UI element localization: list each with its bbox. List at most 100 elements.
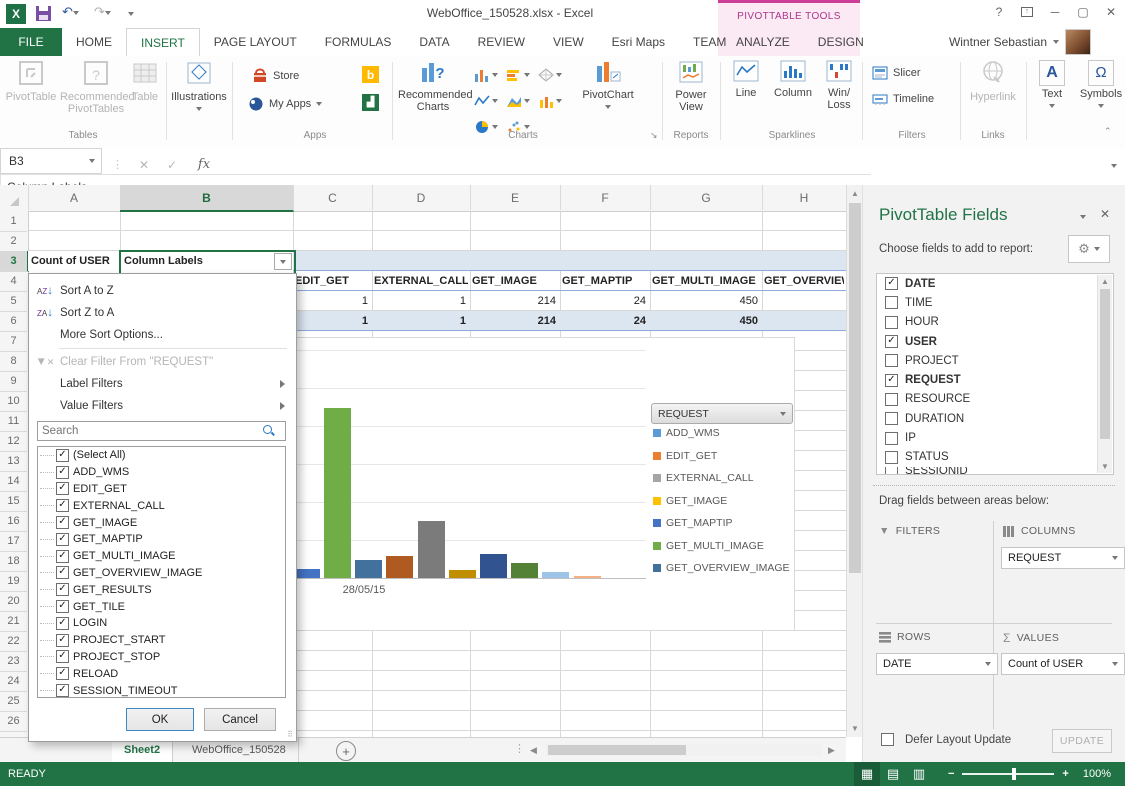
checkbox-icon[interactable]: ✓	[56, 617, 69, 630]
pivot-total-cell[interactable]: 1	[293, 311, 372, 330]
chart-bar-get-tile[interactable]	[418, 521, 445, 578]
filter-search-input[interactable]	[37, 421, 286, 441]
tab-data[interactable]: DATA	[405, 28, 463, 56]
field-scroll-down-icon[interactable]: ▼	[1098, 462, 1112, 471]
filter-item-edit-get[interactable]: ✓EDIT_GET	[38, 481, 285, 498]
checkbox-icon[interactable]: ✓	[56, 600, 69, 613]
checkbox-icon[interactable]	[885, 467, 898, 475]
menu-clear-filter[interactable]: ▼✕ Clear Filter From "REQUEST"	[30, 351, 293, 373]
checkbox-icon[interactable]: ✓	[56, 634, 69, 647]
field-hour[interactable]: HOUR	[877, 313, 1113, 332]
legend-get-maptip[interactable]: GET_MAPTIP	[653, 516, 733, 530]
menu-value-filters[interactable]: Value Filters	[30, 395, 293, 417]
checkbox-icon[interactable]: ✓	[56, 684, 69, 697]
tab-insert[interactable]: INSERT	[126, 28, 200, 57]
field-request[interactable]: ✓REQUEST	[877, 370, 1113, 389]
pivot-column-header-get-overview-image[interactable]: GET_OVERVIEW_IMAGE	[762, 271, 844, 291]
pivot-column-header-edit-get[interactable]: EDIT_GET	[293, 271, 370, 291]
illustrations-button[interactable]: Illustrations	[170, 60, 228, 115]
filter-item-project-stop[interactable]: ✓PROJECT_STOP	[38, 649, 285, 666]
filter-item--select-all-[interactable]: ✓(Select All)	[38, 447, 285, 464]
formula-bar-splitter[interactable]: ⋮	[112, 158, 123, 171]
zoom-out-icon[interactable]: −	[948, 768, 954, 780]
zoom-slider[interactable]	[962, 773, 1054, 775]
pivot-column-header-external-call[interactable]: EXTERNAL_CALL	[372, 271, 468, 291]
bing-maps-icon[interactable]: b	[362, 66, 379, 83]
values-field-count[interactable]: Count of USER	[1001, 653, 1125, 675]
checkbox-icon[interactable]: ✓	[56, 499, 69, 512]
sparkline-column-button[interactable]: Column	[770, 60, 816, 99]
filter-item-login[interactable]: ✓LOGIN	[38, 615, 285, 632]
vertical-scroll-thumb[interactable]	[849, 203, 861, 573]
row-header-2[interactable]: 2	[0, 231, 27, 252]
column-header-a[interactable]: A	[28, 185, 121, 210]
rows-field-date[interactable]: DATE	[876, 653, 998, 675]
chart-bar-get-overview-image[interactable]	[355, 560, 382, 578]
hscroll-right-icon[interactable]: ▶	[828, 745, 835, 756]
row-header-12[interactable]: 12	[0, 431, 27, 452]
my-apps-button[interactable]: My Apps	[248, 96, 322, 112]
insert-area-chart-button[interactable]	[504, 90, 532, 112]
pivot-total-cell[interactable]: 214	[470, 311, 560, 330]
row-header-5[interactable]: 5	[0, 291, 27, 312]
row-header-24[interactable]: 24	[0, 671, 27, 692]
pivot-filter-dropdown-button[interactable]	[274, 253, 292, 270]
field-scroll-thumb[interactable]	[1100, 289, 1110, 439]
chart-bar-session-timeout[interactable]	[574, 576, 601, 578]
avatar[interactable]	[1065, 29, 1091, 55]
row-header-22[interactable]: 22	[0, 631, 27, 652]
pivot-value-cell[interactable]: 450	[650, 291, 762, 311]
row-header-14[interactable]: 14	[0, 471, 27, 492]
insert-combo-chart-button[interactable]	[536, 90, 564, 112]
row-header-21[interactable]: 21	[0, 611, 27, 632]
update-button[interactable]: UPDATE	[1052, 729, 1112, 753]
pivot-value-cell[interactable]: 24	[560, 291, 650, 311]
checkbox-icon[interactable]: ✓	[885, 277, 898, 290]
horizontal-scroll-thumb[interactable]	[548, 745, 686, 755]
customize-qat-icon[interactable]	[128, 8, 134, 20]
normal-view-button[interactable]: ▦	[854, 762, 880, 786]
chart-request-field-button[interactable]: REQUEST	[651, 403, 793, 424]
ribbon-display-button[interactable]: ↑	[1013, 0, 1041, 24]
tab-splitter[interactable]: ⋮	[514, 742, 525, 755]
zoom-level[interactable]: 100%	[1083, 768, 1111, 780]
column-header-d[interactable]: D	[372, 185, 471, 210]
pivot-total-cell[interactable]: 450	[650, 311, 762, 330]
filter-item-session-timeout[interactable]: ✓SESSION_TIMEOUT	[38, 682, 285, 698]
row-header-16[interactable]: 16	[0, 511, 27, 532]
enter-formula-icon[interactable]: ✓	[160, 158, 184, 172]
checkbox-icon[interactable]	[885, 432, 898, 445]
pivot-value-cell[interactable]: 1	[293, 291, 372, 311]
chart-bar-login[interactable]	[449, 570, 476, 578]
power-view-button[interactable]: Power View	[666, 60, 716, 113]
checkbox-icon[interactable]: ✓	[56, 449, 69, 462]
redo-button[interactable]: ↷	[94, 4, 111, 20]
checkbox-icon[interactable]: ✓	[56, 466, 69, 479]
row-header-1[interactable]: 1	[0, 211, 27, 232]
collapse-ribbon-icon[interactable]: ⌃	[1104, 126, 1112, 137]
zoom-slider-thumb[interactable]	[1012, 768, 1016, 780]
hscroll-left-icon[interactable]: ◀	[530, 745, 537, 756]
row-header-10[interactable]: 10	[0, 391, 27, 412]
pivotchart-button[interactable]: PivotChart	[578, 60, 638, 113]
row-header-4[interactable]: 4	[0, 271, 27, 292]
checkbox-icon[interactable]	[885, 316, 898, 329]
insert-column-chart-button[interactable]	[472, 64, 500, 86]
column-header-c[interactable]: C	[293, 185, 373, 210]
checkbox-icon[interactable]: ✓	[56, 550, 69, 563]
field-sessionid[interactable]: SESSIONID	[877, 467, 1113, 475]
tab-page-layout[interactable]: PAGE LAYOUT	[200, 28, 311, 56]
field-scroll-up-icon[interactable]: ▲	[1098, 277, 1112, 286]
slicer-button[interactable]: Slicer	[872, 66, 921, 80]
column-header-f[interactable]: F	[560, 185, 651, 210]
page-break-view-button[interactable]: ▥	[906, 762, 932, 786]
chart-bar-reload[interactable]	[542, 572, 569, 578]
charts-dialog-launcher[interactable]: ↘	[650, 130, 658, 141]
chart-bar-get-maptip[interactable]	[293, 569, 320, 578]
chart-bar-get-results[interactable]	[386, 556, 413, 578]
row-header-13[interactable]: 13	[0, 451, 27, 472]
store-button[interactable]: Store	[252, 68, 299, 84]
tab-view[interactable]: VIEW	[539, 28, 598, 56]
pivot-column-header-get-multi-image[interactable]: GET_MULTI_IMAGE	[650, 271, 760, 291]
checkbox-icon[interactable]	[885, 451, 898, 464]
